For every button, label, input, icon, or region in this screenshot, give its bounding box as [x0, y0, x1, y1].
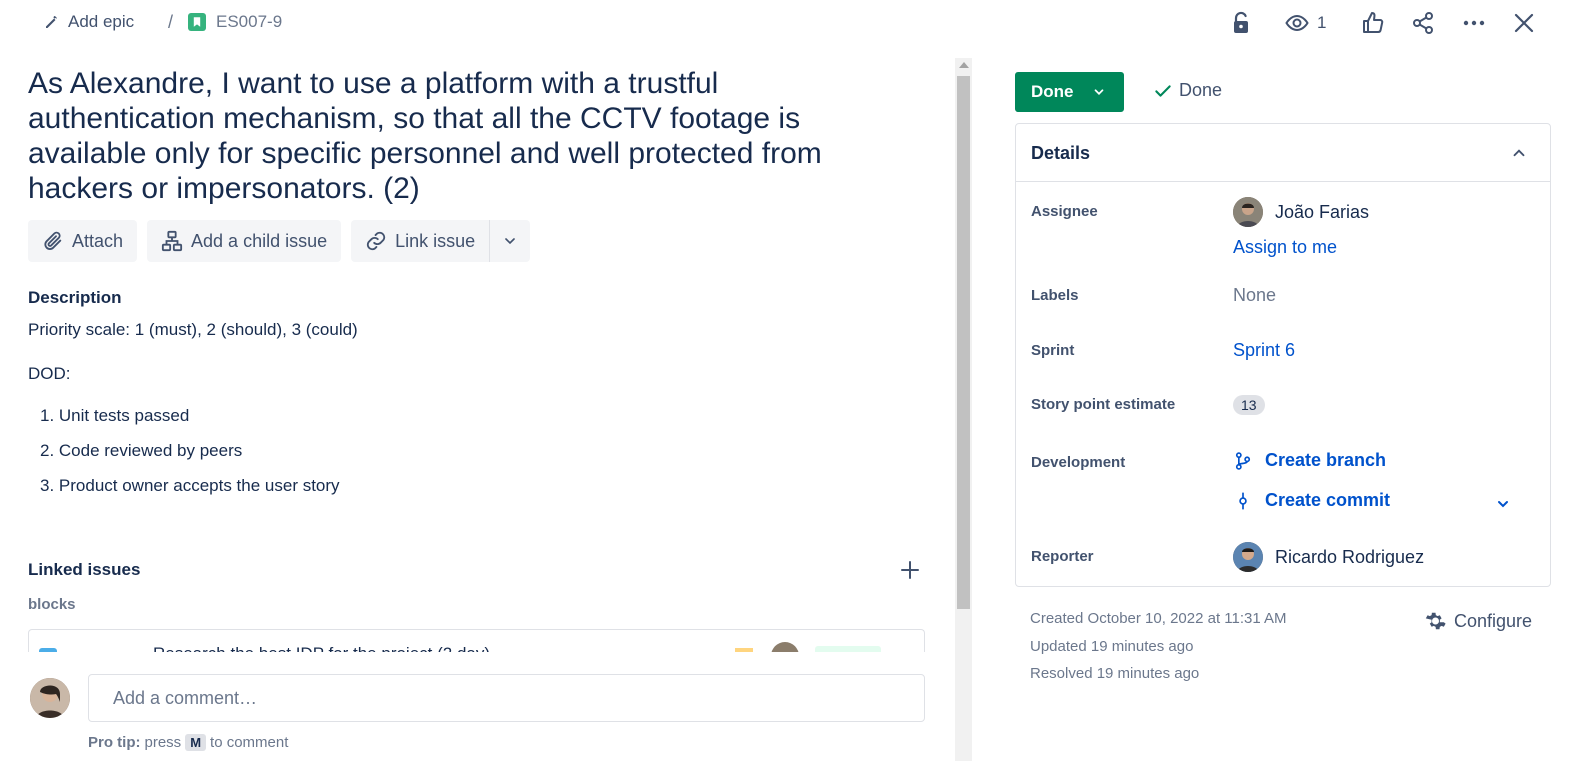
details-header[interactable]: Details	[1016, 124, 1550, 182]
link-issue-button[interactable]: Link issue	[351, 220, 489, 262]
description-priority[interactable]: Priority scale: 1 (must), 2 (should), 3 …	[28, 320, 358, 340]
add-child-issue-button[interactable]: Add a child issue	[147, 220, 342, 262]
issue-header-bar: Add epic / ES007-9 1	[0, 0, 1581, 46]
dod-list-item: 1. Unit tests passed	[40, 406, 190, 425]
link-issue-group: Link issue	[351, 220, 531, 262]
details-panel: Details Assignee João Farias Assign to m…	[1015, 123, 1551, 587]
updated-date: Updated 19 minutes ago	[1030, 638, 1194, 655]
linked-issue-row[interactable]: Research the best IDP for the project (2…	[28, 629, 925, 653]
create-commit-link[interactable]: Create commit	[1233, 490, 1390, 511]
pencil-icon	[46, 16, 57, 28]
share-button[interactable]	[1411, 6, 1435, 40]
story-icon	[188, 13, 206, 31]
attach-label: Attach	[72, 230, 124, 251]
issue-summary[interactable]: As Alexandre, I want to use a platform w…	[28, 66, 908, 206]
keyboard-shortcut: M	[185, 734, 207, 751]
chevron-down-icon	[1094, 89, 1103, 95]
resolution-label: Done	[1179, 80, 1223, 100]
watch-button[interactable]: 1	[1285, 6, 1326, 40]
gear-icon	[1425, 612, 1446, 630]
attach-button[interactable]: Attach	[28, 220, 138, 262]
add-epic-label: Add epic	[68, 12, 135, 31]
issue-key: ES007-9	[216, 12, 283, 31]
assignee-name: João Farias	[1275, 201, 1370, 222]
commit-icon	[1239, 492, 1247, 509]
details-title: Details	[1031, 143, 1091, 163]
resolution-indicator: Done	[1153, 80, 1222, 101]
chevron-down-icon[interactable]	[1495, 496, 1511, 512]
add-child-label: Add a child issue	[191, 230, 328, 251]
more-actions-button[interactable]	[1462, 6, 1486, 40]
issue-main-panel: As Alexandre, I want to use a platform w…	[0, 46, 975, 761]
story-points-label: Story point estimate	[1031, 396, 1176, 413]
comment-input[interactable]	[88, 674, 925, 722]
share-icon	[1413, 12, 1433, 34]
linked-issues-heading: Linked issues	[28, 560, 141, 579]
reporter-label: Reporter	[1031, 548, 1094, 565]
paperclip-icon	[44, 231, 62, 250]
labels-label: Labels	[1031, 287, 1079, 304]
lock-icon	[1234, 11, 1248, 33]
configure-label: Configure	[1454, 610, 1533, 631]
breadcrumb-separator: /	[168, 12, 174, 32]
plus-icon[interactable]	[898, 558, 922, 582]
avatar	[1233, 197, 1263, 227]
more-icon	[1463, 20, 1485, 26]
status-label: Done	[1031, 82, 1074, 101]
dod-list-item: 2. Code reviewed by peers	[40, 441, 243, 460]
vote-button[interactable]	[1361, 6, 1385, 40]
branch-icon	[1235, 451, 1251, 470]
reporter-name: Ricardo Rodriguez	[1275, 546, 1425, 567]
resolved-date: Resolved 19 minutes ago	[1030, 665, 1200, 682]
assignee-label: Assignee	[1031, 203, 1098, 220]
more-actions-dropdown[interactable]	[490, 220, 530, 262]
description-heading: Description	[28, 288, 122, 307]
link-issue-label: Link issue	[395, 230, 476, 251]
development-label: Development	[1031, 454, 1126, 471]
issue-action-row: Attach Add a child issue Link issue	[28, 220, 531, 262]
sprint-link[interactable]: Sprint 6	[1233, 340, 1295, 361]
assignee-field[interactable]: João Farias	[1233, 197, 1369, 227]
scrollbar[interactable]	[955, 58, 972, 761]
labels-field[interactable]: None	[1233, 285, 1276, 306]
dod-list-item: 3. Product owner accepts the user story	[40, 476, 340, 495]
link-type-label: blocks	[28, 596, 76, 613]
thumbs-up-icon	[1363, 12, 1384, 33]
configure-button[interactable]: Configure	[1422, 609, 1532, 633]
reporter-field[interactable]: Ricardo Rodriguez	[1233, 542, 1424, 572]
add-epic-button[interactable]: Add epic	[44, 12, 134, 32]
dod-list: 1. Unit tests passed 2. Code reviewed by…	[40, 398, 340, 503]
chevron-down-icon	[505, 238, 516, 245]
restrictions-button[interactable]	[1229, 6, 1253, 40]
avatar	[30, 678, 70, 718]
child-issue-icon	[161, 230, 183, 252]
assign-to-me-link[interactable]: Assign to me	[1233, 237, 1337, 258]
created-date: Created October 10, 2022 at 11:31 AM	[1030, 610, 1287, 627]
status-transition-button[interactable]: Done	[1015, 72, 1124, 112]
link-icon	[366, 231, 386, 251]
create-branch-link[interactable]: Create branch	[1233, 450, 1386, 471]
scroll-thumb[interactable]	[957, 76, 970, 609]
pro-tip: Pro tip: press M to comment	[88, 734, 289, 751]
story-points-badge: 13	[1233, 395, 1265, 415]
story-points-field[interactable]: 13	[1233, 395, 1265, 415]
avatar	[1233, 542, 1263, 572]
issue-key-link[interactable]: ES007-9	[188, 12, 282, 32]
checkmark-icon	[1155, 84, 1171, 97]
scroll-up-arrow[interactable]	[959, 62, 969, 68]
chevron-up-icon[interactable]	[1510, 144, 1528, 162]
close-icon	[1514, 13, 1534, 33]
description-dod[interactable]: DOD:	[28, 364, 71, 384]
eye-icon	[1285, 14, 1309, 32]
close-button[interactable]	[1512, 6, 1536, 40]
comment-section: Pro tip: press M to comment	[0, 652, 950, 761]
sprint-label: Sprint	[1031, 342, 1075, 359]
watch-count: 1	[1317, 13, 1327, 32]
